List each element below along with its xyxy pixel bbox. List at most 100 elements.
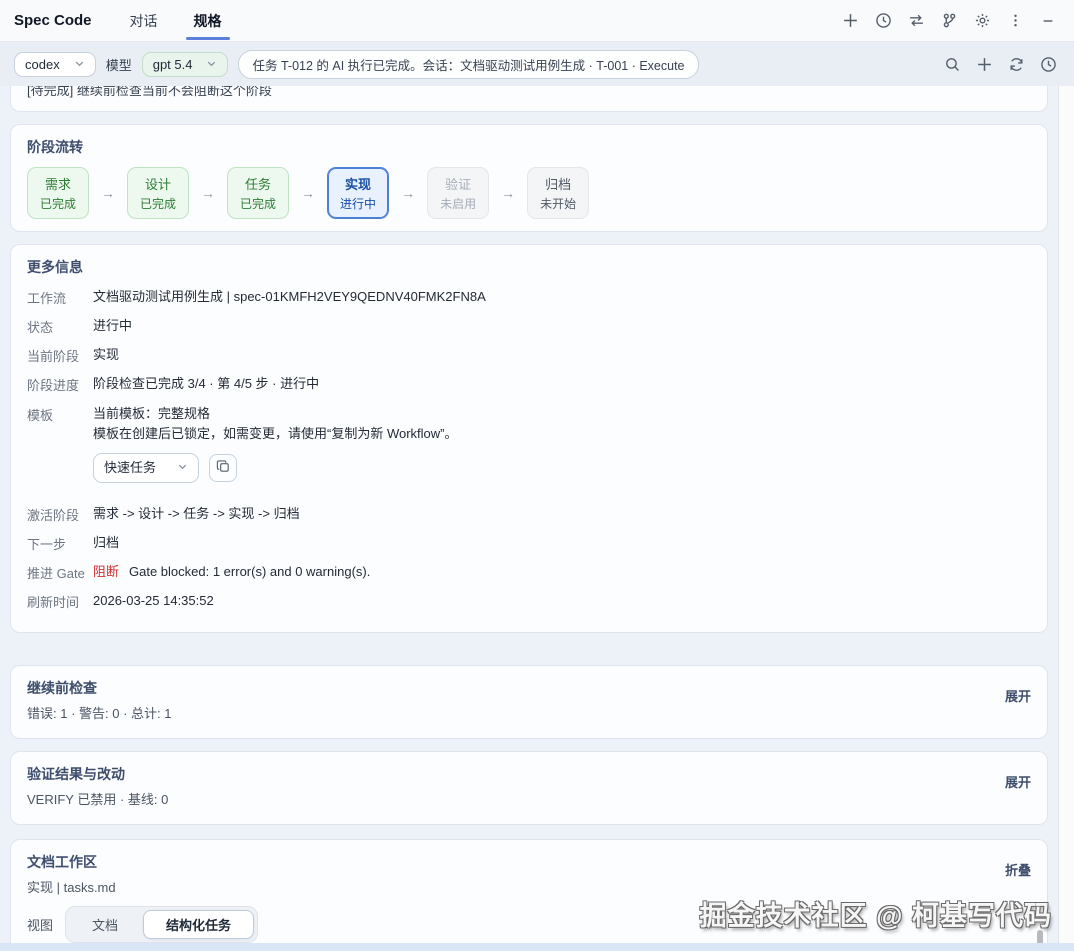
stage-status: 未开始 — [540, 195, 576, 212]
page-scrollbar-track[interactable] — [1058, 86, 1074, 951]
stage-disabled-box[interactable]: 验证未启用 — [427, 167, 489, 219]
template-select-value: 快速任务 — [104, 458, 156, 478]
info-line: 当前模板：完整规格 — [93, 404, 457, 424]
stage-status: 已完成 — [40, 195, 76, 212]
stage-name: 任务 — [245, 174, 271, 193]
stage-active-box[interactable]: 实现进行中 — [327, 167, 389, 219]
swap-arrows-icon[interactable] — [904, 9, 928, 33]
kebab-menu-icon[interactable] — [1003, 9, 1027, 33]
stage-done-box[interactable]: 任务已完成 — [227, 167, 289, 219]
stage-name: 验证 — [445, 174, 471, 193]
stage-status: 未启用 — [440, 195, 476, 212]
gate-blocked-badge: 阻断 — [93, 564, 119, 579]
info-row: 工作流文档驱动测试用例生成 | spec-01KMFH2VEY9QEDNV40F… — [27, 287, 1031, 307]
spec-content: [待完成] 继续前检查当前不会阻断这个阶段 阶段流转 需求已完成 → 设计已完成 → 任… — [0, 86, 1058, 951]
stage-arrow-icon: → — [301, 185, 315, 201]
stage-arrow-icon: → — [401, 185, 415, 201]
info-row-value: 实现 — [93, 345, 119, 365]
info-row-value: 需求 -> 设计 -> 任务 -> 实现 -> 归档 — [93, 504, 300, 524]
info-row-value: 归档 — [93, 533, 119, 553]
info-row: 模板当前模板：完整规格模板在创建后已锁定，如需变更，请使用“复制为新 Workf… — [27, 404, 1031, 495]
info-text: 归档 — [93, 535, 119, 550]
workspace-collapse-link[interactable]: 折叠 — [1005, 852, 1031, 879]
stage-name: 需求 — [45, 174, 71, 193]
tab-chat[interactable]: 对话 — [126, 0, 162, 42]
info-row-label: 下一步 — [27, 533, 93, 553]
info-row-value: 当前模板：完整规格模板在创建后已锁定，如需变更，请使用“复制为新 Workflo… — [93, 404, 457, 495]
info-row: 阶段进度阶段检查已完成 3/4 · 第 4/5 步 · 进行中 — [27, 374, 1031, 394]
precheck-title: 继续前检查 — [27, 678, 171, 698]
info-row-value: 2026-03-25 14:35:52 — [93, 591, 214, 611]
stage-name: 实现 — [345, 174, 371, 193]
workspace-title: 文档工作区 — [27, 852, 116, 872]
info-rows: 工作流文档驱动测试用例生成 | spec-01KMFH2VEY9QEDNV40F… — [27, 287, 1031, 612]
stage-pending-box[interactable]: 归档未开始 — [527, 167, 589, 219]
info-row-label: 模板 — [27, 404, 93, 424]
plus-icon[interactable] — [838, 9, 862, 33]
toolbar-icon-group — [940, 52, 1060, 76]
status-message: 任务 T-012 的 AI 执行已完成。会话：文档驱动测试用例生成 · T-00… — [238, 50, 698, 79]
search-icon[interactable] — [940, 52, 964, 76]
app-title: Spec Code — [14, 12, 92, 29]
view-tab-structured-tasks[interactable]: 结构化任务 — [143, 910, 254, 939]
info-text: 2026-03-25 14:35:52 — [93, 593, 214, 608]
tab-spec[interactable]: 规格 — [190, 0, 226, 42]
template-control: 快速任务 — [93, 453, 457, 483]
info-row-label: 刷新时间 — [27, 591, 93, 611]
plus-icon[interactable] — [972, 52, 996, 76]
info-text: 阶段检查已完成 3/4 · 第 4/5 步 · 进行中 — [93, 376, 319, 391]
header-icon-group — [838, 9, 1060, 33]
chevron-down-icon — [74, 57, 85, 72]
bottom-strip — [0, 943, 1074, 951]
model-select[interactable]: gpt 5.4 — [142, 52, 229, 77]
stage-arrow-icon: → — [101, 185, 115, 201]
minimize-icon[interactable] — [1036, 9, 1060, 33]
copy-button[interactable] — [209, 454, 237, 482]
precheck-expand-link[interactable]: 展开 — [1005, 678, 1031, 705]
refresh-icon[interactable] — [1004, 52, 1028, 76]
template-select[interactable]: 快速任务 — [93, 453, 199, 483]
info-text: Gate blocked: 1 error(s) and 0 warning(s… — [129, 564, 370, 579]
workspace-subtitle: 实现 | tasks.md — [27, 877, 116, 896]
gear-icon[interactable] — [970, 9, 994, 33]
agent-select[interactable]: codex — [14, 52, 96, 77]
info-row: 下一步归档 — [27, 533, 1031, 553]
verify-expand-link[interactable]: 展开 — [1005, 764, 1031, 791]
info-text: 实现 — [93, 347, 119, 362]
info-text: 需求 -> 设计 -> 任务 -> 实现 -> 归档 — [93, 506, 300, 521]
notice-card: [待完成] 继续前检查当前不会阻断这个阶段 — [10, 86, 1048, 112]
stage-done-box[interactable]: 设计已完成 — [127, 167, 189, 219]
info-row: 激活阶段需求 -> 设计 -> 任务 -> 实现 -> 归档 — [27, 504, 1031, 524]
verify-summary: VERIFY 已禁用 · 基线: 0 — [27, 789, 168, 808]
history-clock-icon[interactable] — [871, 9, 895, 33]
view-row: 视图 文档 结构化任务 — [27, 906, 1031, 943]
precheck-summary: 错误: 1 · 警告: 0 · 总计: 1 — [27, 703, 171, 722]
info-row: 推进 Gate阻断 Gate blocked: 1 error(s) and 0 … — [27, 562, 1031, 582]
git-branch-icon[interactable] — [937, 9, 961, 33]
info-row-value: 进行中 — [93, 316, 132, 336]
chevron-down-icon — [177, 458, 188, 478]
info-row-value: 阻断 Gate blocked: 1 error(s) and 0 warning… — [93, 562, 370, 582]
info-row: 状态进行中 — [27, 316, 1031, 336]
stage-row: 需求已完成→设计已完成→任务已完成→实现进行中→验证未启用→归档未开始 — [27, 167, 1031, 219]
stage-status: 进行中 — [340, 195, 376, 212]
info-row-label: 推进 Gate — [27, 562, 93, 582]
more-info-title: 更多信息 — [27, 257, 1031, 277]
stage-flow-title: 阶段流转 — [27, 137, 1031, 157]
verify-title: 验证结果与改动 — [27, 764, 168, 784]
precheck-card: 继续前检查 错误: 1 · 警告: 0 · 总计: 1 展开 — [10, 665, 1048, 739]
clock-icon[interactable] — [1036, 52, 1060, 76]
stage-done-box[interactable]: 需求已完成 — [27, 167, 89, 219]
verify-card: 验证结果与改动 VERIFY 已禁用 · 基线: 0 展开 — [10, 751, 1048, 825]
info-row-label: 工作流 — [27, 287, 93, 307]
view-tab-document[interactable]: 文档 — [69, 910, 141, 939]
info-row: 当前阶段实现 — [27, 345, 1031, 365]
view-segmented-control: 文档 结构化任务 — [65, 906, 258, 943]
stage-flow-card: 阶段流转 需求已完成→设计已完成→任务已完成→实现进行中→验证未启用→归档未开始 — [10, 124, 1048, 232]
more-info-card: 更多信息 工作流文档驱动测试用例生成 | spec-01KMFH2VEY9QED… — [10, 244, 1048, 633]
info-line: 模板在创建后已锁定，如需变更，请使用“复制为新 Workflow”。 — [93, 424, 457, 444]
stage-arrow-icon: → — [201, 185, 215, 201]
info-row-label: 激活阶段 — [27, 504, 93, 524]
view-label: 视图 — [27, 915, 53, 934]
app-header: Spec Code 对话 规格 — [0, 0, 1074, 42]
